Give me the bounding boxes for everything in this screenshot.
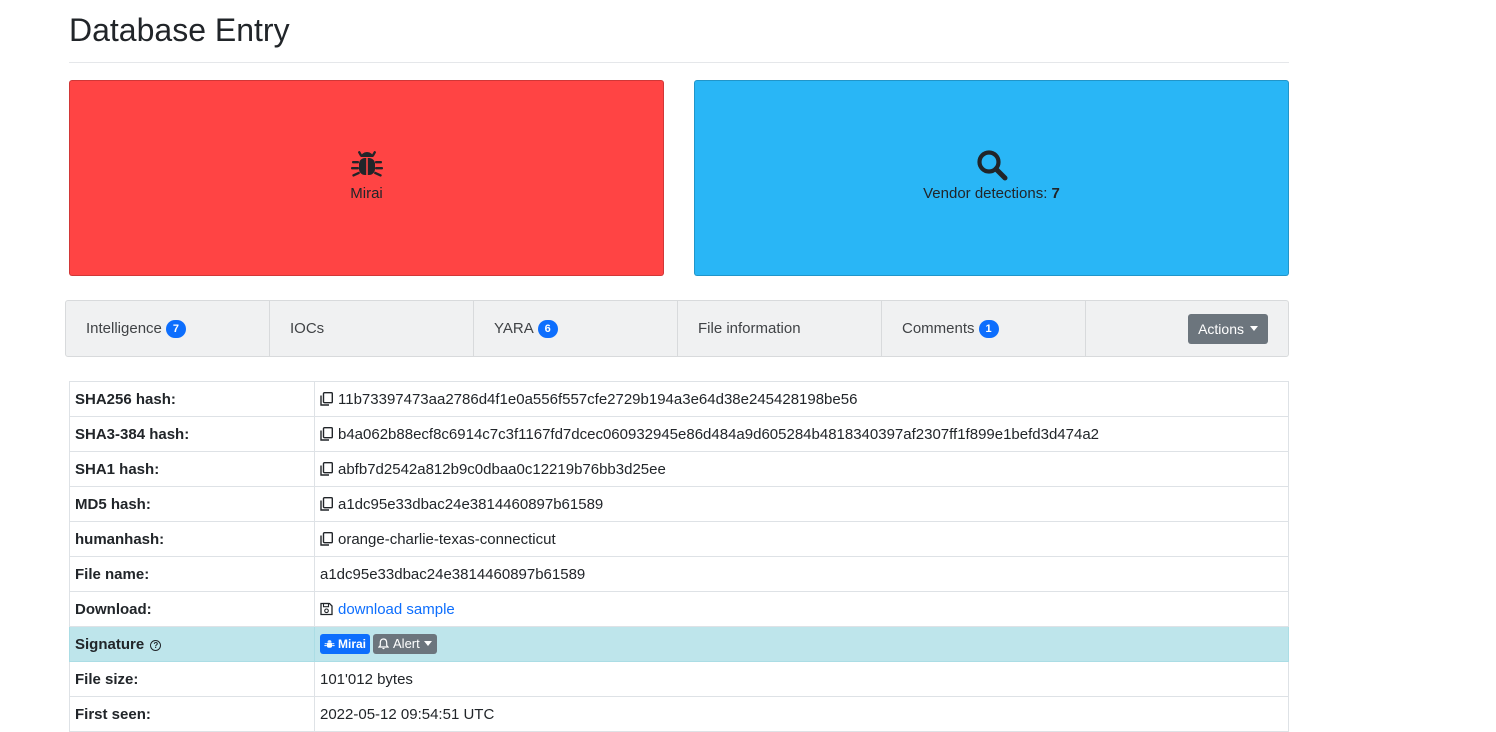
table-row: SHA1 hash: abfb7d2542a812b9c0dbaa0c12219… bbox=[69, 451, 1289, 487]
sha1-label: SHA1 hash: bbox=[69, 451, 315, 487]
vendor-detections-card[interactable]: Vendor detections: 7 bbox=[694, 80, 1289, 276]
alert-label: Alert bbox=[393, 636, 420, 652]
download-cell: download sample bbox=[314, 591, 1289, 627]
md5-value: a1dc95e33dbac24e3814460897b61589 bbox=[338, 495, 604, 513]
tab-bar: Intelligence 7 IOCs YARA 6 File informatio… bbox=[65, 300, 1289, 357]
sha256-cell: 11b73397473aa2786d4f1e0a556f557cfe2729b1… bbox=[314, 381, 1289, 417]
tab-file-information[interactable]: File information bbox=[678, 301, 882, 356]
table-row: First seen: 2022-05-12 09:54:51 UTC bbox=[69, 696, 1289, 732]
tab-yara-badge: 6 bbox=[537, 319, 558, 338]
humanhash-cell: orange-charlie-texas-connecticut bbox=[314, 521, 1289, 557]
table-row: File name: a1dc95e33dbac24e3814460897b61… bbox=[69, 556, 1289, 592]
firstseen-value: 2022-05-12 09:54:51 UTC bbox=[314, 696, 1289, 732]
download-label: Download: bbox=[69, 591, 315, 627]
tab-yara[interactable]: YARA 6 bbox=[474, 301, 678, 356]
tab-intelligence[interactable]: Intelligence 7 bbox=[66, 301, 270, 356]
sha3-cell: b4a062b88ecf8c6914c7c3f1167fd7dcec060932… bbox=[314, 416, 1289, 452]
md5-cell: a1dc95e33dbac24e3814460897b61589 bbox=[314, 486, 1289, 522]
sha1-value: abfb7d2542a812b9c0dbaa0c12219b76bb3d25ee bbox=[338, 460, 666, 478]
signature-label-cell: Signature ? bbox=[69, 626, 315, 662]
page-title: Database Entry bbox=[69, 0, 1289, 63]
tab-intelligence-badge: 7 bbox=[165, 319, 186, 338]
filename-label: File name: bbox=[69, 556, 315, 592]
download-sample-link[interactable]: download sample bbox=[338, 601, 455, 618]
sha3-label: SHA3-384 hash: bbox=[69, 416, 315, 452]
copy-icon[interactable] bbox=[320, 391, 333, 406]
help-icon[interactable]: ? bbox=[150, 639, 162, 651]
sha256-label: SHA256 hash: bbox=[69, 381, 315, 417]
malware-family-label: Mirai bbox=[350, 185, 383, 202]
filesize-label: File size: bbox=[69, 661, 315, 697]
table-row: SHA256 hash: 11b73397473aa2786d4f1e0a556… bbox=[69, 381, 1289, 417]
signature-label: Signature bbox=[75, 635, 145, 653]
humanhash-value: orange-charlie-texas-connecticut bbox=[338, 530, 556, 548]
sha1-cell: abfb7d2542a812b9c0dbaa0c12219b76bb3d25ee bbox=[314, 451, 1289, 487]
actions-cell: Actions bbox=[1086, 301, 1288, 356]
tab-iocs[interactable]: IOCs bbox=[270, 301, 474, 356]
caret-down-icon bbox=[423, 641, 432, 647]
vendor-detections-count: 7 bbox=[1051, 185, 1060, 202]
floppy-disk-icon bbox=[320, 602, 333, 615]
bug-icon bbox=[324, 640, 335, 648]
signature-cell: Mirai Alert bbox=[314, 626, 1289, 662]
sha256-value: 11b73397473aa2786d4f1e0a556f557cfe2729b1… bbox=[338, 390, 858, 408]
table-row: MD5 hash: a1dc95e33dbac24e3814460897b615… bbox=[69, 486, 1289, 522]
bug-icon bbox=[350, 151, 383, 177]
search-icon bbox=[976, 150, 1007, 181]
table-row: SHA3-384 hash: b4a062b88ecf8c6914c7c3f11… bbox=[69, 416, 1289, 452]
bell-icon bbox=[378, 638, 390, 649]
file-details-table: SHA256 hash: 11b73397473aa2786d4f1e0a556… bbox=[69, 381, 1289, 732]
tab-comments[interactable]: Comments 1 bbox=[882, 301, 1086, 356]
sha3-value: b4a062b88ecf8c6914c7c3f1167fd7dcec060932… bbox=[338, 425, 1100, 443]
tab-comments-badge: 1 bbox=[978, 319, 999, 338]
filesize-value: 101'012 bytes bbox=[314, 661, 1289, 697]
table-row: Download: download sample bbox=[69, 591, 1289, 627]
table-row: Signature ? Mirai Alert bbox=[69, 626, 1289, 662]
caret-down-icon bbox=[1250, 326, 1258, 331]
vendor-detections-label: Vendor detections: 7 bbox=[923, 185, 1060, 202]
md5-label: MD5 hash: bbox=[69, 486, 315, 522]
table-row: humanhash: orange-charlie-texas-connecti… bbox=[69, 521, 1289, 557]
humanhash-label: humanhash: bbox=[69, 521, 315, 557]
alert-dropdown-button[interactable]: Alert bbox=[373, 633, 437, 654]
copy-icon[interactable] bbox=[320, 461, 333, 476]
filename-value: a1dc95e33dbac24e3814460897b61589 bbox=[314, 556, 1289, 592]
actions-dropdown-button[interactable]: Actions bbox=[1188, 313, 1268, 344]
summary-cards: Mirai Vendor detections: 7 bbox=[69, 80, 1289, 276]
signature-badge[interactable]: Mirai bbox=[320, 634, 371, 655]
copy-icon[interactable] bbox=[320, 531, 333, 546]
copy-icon[interactable] bbox=[320, 426, 333, 441]
page-container: Database Entry Mirai Vendor detections: … bbox=[65, 0, 1289, 732]
table-row: File size: 101'012 bytes bbox=[69, 661, 1289, 697]
malware-family-card[interactable]: Mirai bbox=[69, 80, 664, 276]
firstseen-label: First seen: bbox=[69, 696, 315, 732]
signature-value: Mirai bbox=[338, 637, 367, 652]
copy-icon[interactable] bbox=[320, 496, 333, 511]
